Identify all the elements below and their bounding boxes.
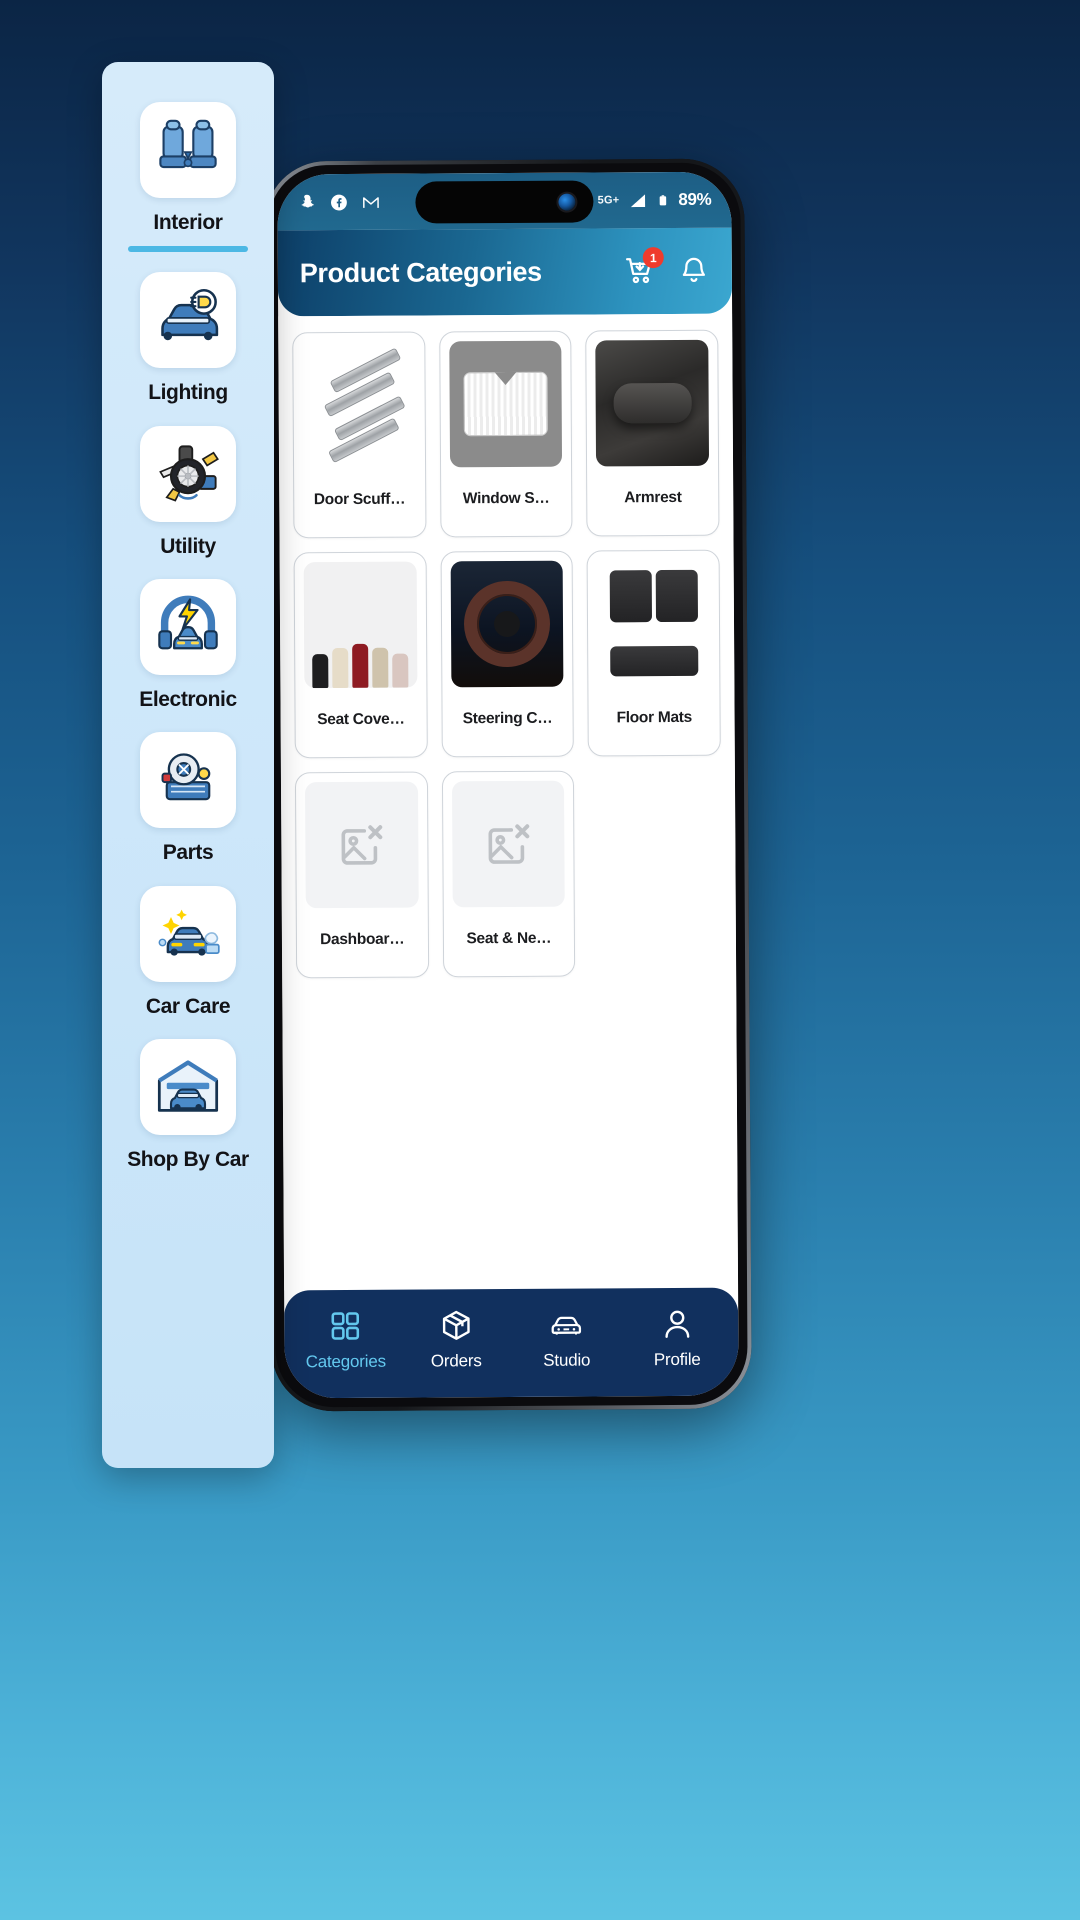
battery-percent: 89%: [678, 189, 712, 209]
dynamic-island: [415, 180, 594, 224]
product-grid: Door Scuff… Window S… Armrest Seat Cove……: [292, 329, 722, 979]
header-actions: 1: [624, 247, 710, 288]
sidebar-item-parts[interactable]: Parts: [102, 718, 274, 871]
category-sidebar: Interior Lighting Utility Electronic Par…: [102, 62, 274, 1468]
nav-item-profile[interactable]: Profile: [622, 1306, 733, 1370]
category-tile: [140, 425, 236, 522]
product-card[interactable]: Seat Cove…: [293, 551, 428, 759]
front-camera: [558, 193, 576, 211]
sidebar-item-label: Shop By Car: [127, 1148, 249, 1172]
product-name: Seat Cove…: [317, 710, 405, 728]
notifications-button[interactable]: [678, 255, 710, 287]
sidebar-item-label: Parts: [162, 841, 214, 865]
product-image-placeholder: [304, 781, 419, 909]
product-card[interactable]: Door Scuff…: [292, 331, 427, 539]
snapchat-icon: [301, 194, 314, 207]
app-header: Product Categories 1: [277, 227, 733, 317]
grid-icon: [331, 1311, 360, 1340]
facebook-icon: [331, 194, 347, 210]
status-left-icons: [297, 192, 380, 212]
nav-label: Orders: [430, 1350, 482, 1370]
category-tile: [140, 102, 236, 198]
car-wash-icon: [158, 909, 220, 956]
status-bar: 5G+ 89%: [277, 171, 732, 231]
nav-item-studio[interactable]: Studio: [511, 1307, 622, 1371]
car-engine-icon: [161, 753, 211, 801]
product-name: Armrest: [624, 488, 682, 506]
nav-label: Categories: [305, 1351, 386, 1371]
active-indicator: [128, 246, 248, 253]
gmail-icon: [363, 196, 379, 208]
sidebar-item-shop-by-car[interactable]: Shop By Car: [102, 1025, 274, 1178]
car-garage-icon: [157, 1060, 219, 1112]
category-tile: [140, 579, 236, 676]
category-tile: [140, 1039, 236, 1136]
cart-button[interactable]: 1: [624, 247, 664, 287]
sidebar-item-label: Utility: [160, 534, 216, 558]
category-tile: [140, 272, 236, 369]
bottom-navigation: Categories Orders Studio Profile: [284, 1287, 739, 1399]
product-image: [303, 561, 418, 689]
cart-badge: 1: [642, 247, 664, 269]
sidebar-item-lighting[interactable]: Lighting: [102, 258, 274, 411]
product-name: Door Scuff…: [313, 490, 406, 508]
product-card[interactable]: Floor Mats: [586, 549, 721, 757]
nav-item-categories[interactable]: Categories: [290, 1308, 401, 1372]
phone-screen: 5G+ 89% Product Categories 1 Door Scuff……: [277, 171, 739, 1399]
signal-icon: [630, 193, 645, 207]
notification-bell-icon: [682, 257, 706, 282]
product-card[interactable]: Steering C…: [440, 550, 575, 758]
car-headlight-icon: [161, 289, 219, 341]
battery-icon: [659, 194, 667, 205]
product-image: [595, 339, 710, 467]
product-name: Floor Mats: [616, 708, 692, 726]
product-card[interactable]: Window S…: [438, 330, 573, 538]
product-name: Steering C…: [462, 709, 553, 727]
product-image: [450, 560, 564, 688]
sidebar-item-electronic[interactable]: Electronic: [102, 565, 274, 718]
nav-label: Profile: [653, 1349, 701, 1369]
product-name: Seat & Ne…: [466, 929, 552, 947]
sidebar-item-car-care[interactable]: Car Care: [102, 872, 274, 1025]
network-type: 5G+: [597, 194, 620, 207]
broken-image-icon: [488, 824, 530, 864]
sidebar-item-label: Car Care: [145, 994, 231, 1018]
product-image: [302, 341, 416, 469]
broken-image-icon: [341, 825, 383, 865]
category-tile: [140, 885, 236, 982]
product-image: [448, 340, 563, 468]
product-card[interactable]: Armrest: [585, 329, 720, 537]
product-card[interactable]: Dashboar…: [294, 771, 429, 979]
car-tools-icon: [159, 445, 219, 502]
sidebar-item-label: Lighting: [148, 381, 228, 405]
sidebar-item-label: Electronic: [139, 688, 237, 712]
category-tile: [140, 732, 236, 829]
sidebar-item-interior[interactable]: Interior: [102, 88, 274, 258]
product-grid-container: Door Scuff… Window S… Armrest Seat Cove……: [278, 313, 739, 1291]
car-seats-icon: [159, 119, 217, 169]
person-icon: [665, 1310, 690, 1338]
car-icon: [551, 1316, 582, 1335]
nav-item-orders[interactable]: Orders: [401, 1307, 512, 1371]
page-title: Product Categories: [299, 256, 542, 288]
product-card[interactable]: Seat & Ne…: [441, 770, 576, 978]
phone-device: 5G+ 89% Product Categories 1 Door Scuff……: [264, 158, 752, 1412]
product-name: Dashboar…: [320, 930, 405, 948]
sidebar-item-label: Interior: [153, 211, 223, 234]
product-image-placeholder: [451, 780, 566, 908]
product-image: [596, 559, 711, 687]
product-name: Window S…: [462, 489, 550, 507]
sidebar-item-utility[interactable]: Utility: [102, 412, 274, 565]
box-icon: [442, 1310, 470, 1340]
car-electric-icon: [158, 595, 218, 650]
nav-label: Studio: [543, 1350, 591, 1370]
